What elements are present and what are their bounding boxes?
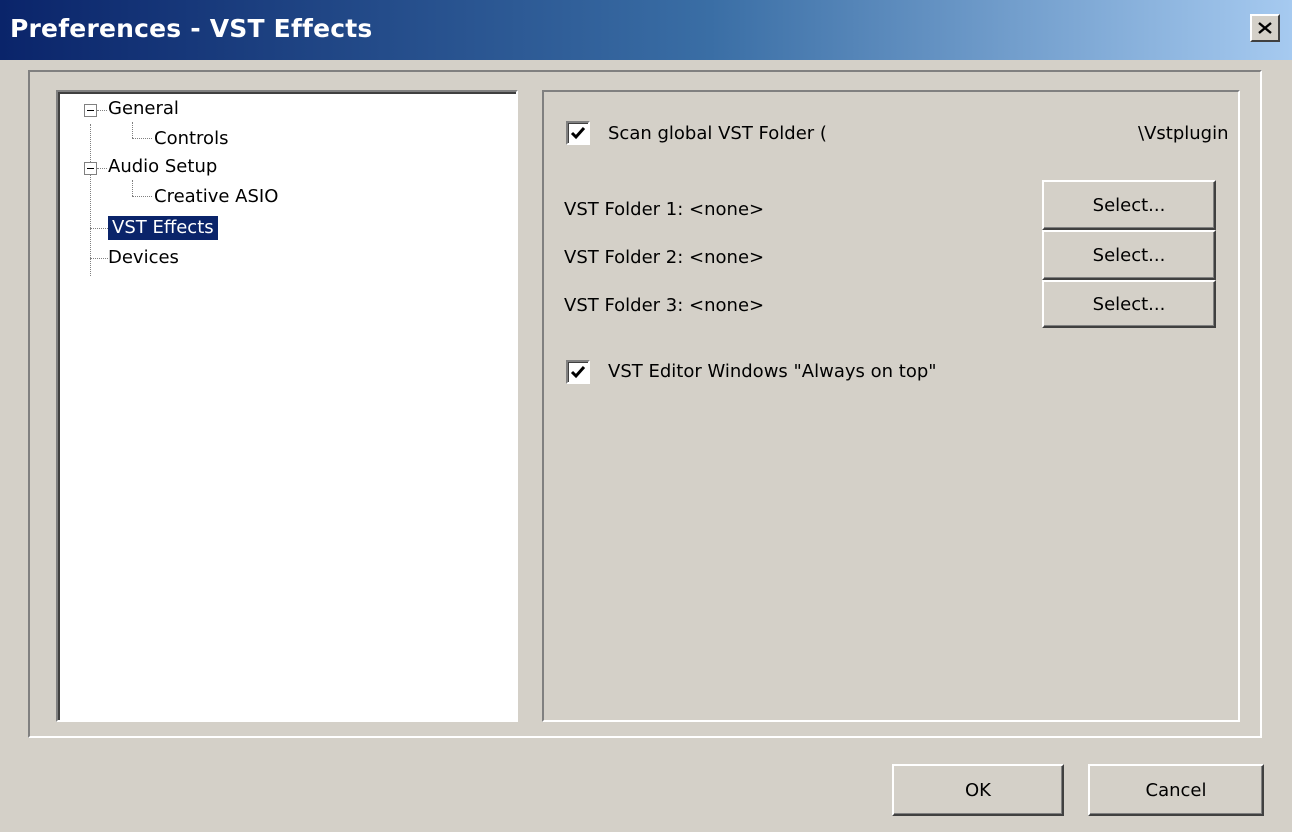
checkmark-icon bbox=[570, 127, 586, 140]
vst-folder-1-label: VST Folder 1: <none> bbox=[564, 199, 765, 220]
global-folder-path: \Vstplugin bbox=[1138, 123, 1229, 144]
title-bar: Preferences - VST Effects bbox=[0, 0, 1292, 60]
tree-connector bbox=[97, 110, 107, 111]
tree-connector bbox=[132, 138, 152, 139]
tree-connector bbox=[90, 124, 91, 276]
tree-connector bbox=[90, 228, 108, 229]
vst-settings-panel: Scan global VST Folder ( \Vstplugin VST … bbox=[542, 90, 1240, 722]
close-icon bbox=[1258, 22, 1272, 34]
tree-item-vst-effects[interactable]: VST Effects bbox=[108, 216, 218, 240]
tree-item-controls[interactable]: Controls bbox=[154, 127, 228, 151]
tree-connector bbox=[132, 196, 152, 197]
tree-item-creative-asio[interactable]: Creative ASIO bbox=[154, 185, 278, 209]
tree-item-audio-setup[interactable]: Audio Setup bbox=[108, 155, 217, 179]
vst-folder-3-label: VST Folder 3: <none> bbox=[564, 295, 765, 316]
always-on-top-checkbox[interactable] bbox=[566, 360, 590, 384]
scan-global-label: Scan global VST Folder ( bbox=[608, 123, 827, 144]
collapse-icon[interactable] bbox=[84, 104, 97, 117]
scan-global-checkbox[interactable] bbox=[566, 121, 590, 145]
always-on-top-label: VST Editor Windows "Always on top" bbox=[608, 361, 937, 382]
vst-folder-2-label: VST Folder 2: <none> bbox=[564, 247, 765, 268]
select-folder-2-button[interactable]: Select... bbox=[1042, 230, 1216, 280]
tree-item-general[interactable]: General bbox=[108, 97, 179, 121]
tree-connector bbox=[97, 168, 107, 169]
collapse-icon[interactable] bbox=[84, 162, 97, 175]
checkmark-icon bbox=[570, 366, 586, 379]
window-title: Preferences - VST Effects bbox=[10, 14, 373, 43]
select-folder-3-button[interactable]: Select... bbox=[1042, 280, 1216, 328]
tree-item-devices[interactable]: Devices bbox=[108, 246, 179, 270]
close-button[interactable] bbox=[1250, 14, 1280, 42]
tree-connector bbox=[132, 180, 133, 196]
tree-connector bbox=[132, 122, 133, 138]
select-folder-1-button[interactable]: Select... bbox=[1042, 180, 1216, 230]
tree-connector bbox=[90, 258, 108, 259]
category-tree[interactable]: General Controls Audio Setup Creative AS… bbox=[56, 90, 518, 722]
cancel-button[interactable]: Cancel bbox=[1088, 764, 1264, 816]
ok-button[interactable]: OK bbox=[892, 764, 1064, 816]
